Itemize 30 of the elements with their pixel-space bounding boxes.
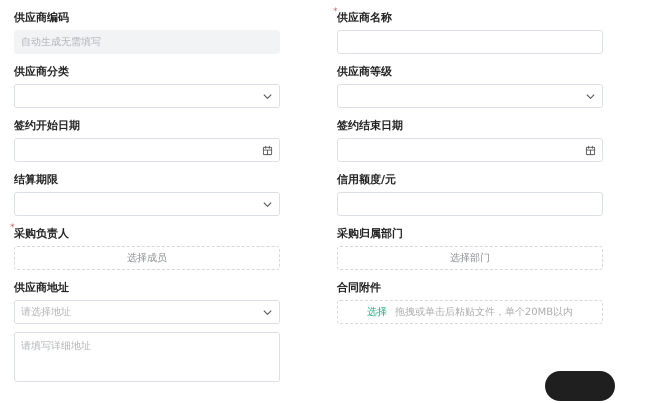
field-label: 供应商编码 — [14, 10, 69, 24]
text-field[interactable] — [337, 192, 603, 216]
select-link[interactable]: 选择 — [366, 305, 387, 319]
field-label: 采购归属部门 — [337, 226, 403, 240]
field-label: 采购负责人 — [14, 226, 69, 240]
field-label: 供应商地址 — [14, 280, 69, 294]
field-label: 供应商分类 — [14, 64, 69, 78]
select-field[interactable] — [14, 192, 280, 216]
upload-hint: 拖拽或单击后粘贴文件，单个20MB以内 — [394, 306, 574, 319]
address-textarea[interactable]: 请填写详细地址 — [14, 332, 280, 382]
date-field[interactable] — [337, 138, 603, 162]
field-label: 签约结束日期 — [337, 118, 403, 132]
select-field[interactable] — [337, 84, 603, 108]
calendar-icon — [585, 144, 596, 156]
button[interactable] — [545, 371, 615, 401]
select-field[interactable] — [14, 84, 280, 108]
field-label: 签约开始日期 — [14, 118, 80, 132]
select-field[interactable]: 请选择地址 — [14, 300, 280, 324]
required-asterisk: * — [10, 223, 14, 233]
field-label: 供应商名称 — [337, 10, 392, 24]
field-label: 合同附件 — [337, 280, 381, 294]
member-picker[interactable]: 选择成员 — [14, 246, 280, 270]
text-field[interactable] — [337, 30, 603, 54]
required-asterisk: * — [333, 7, 338, 17]
field-label: 结算期限 — [14, 172, 58, 186]
calendar-icon — [262, 144, 273, 156]
field-label: 供应商等级 — [337, 64, 392, 78]
date-field[interactable] — [14, 138, 280, 162]
field-label: 信用额度/元 — [337, 172, 396, 186]
member-picker[interactable]: 选择部门 — [337, 246, 603, 270]
